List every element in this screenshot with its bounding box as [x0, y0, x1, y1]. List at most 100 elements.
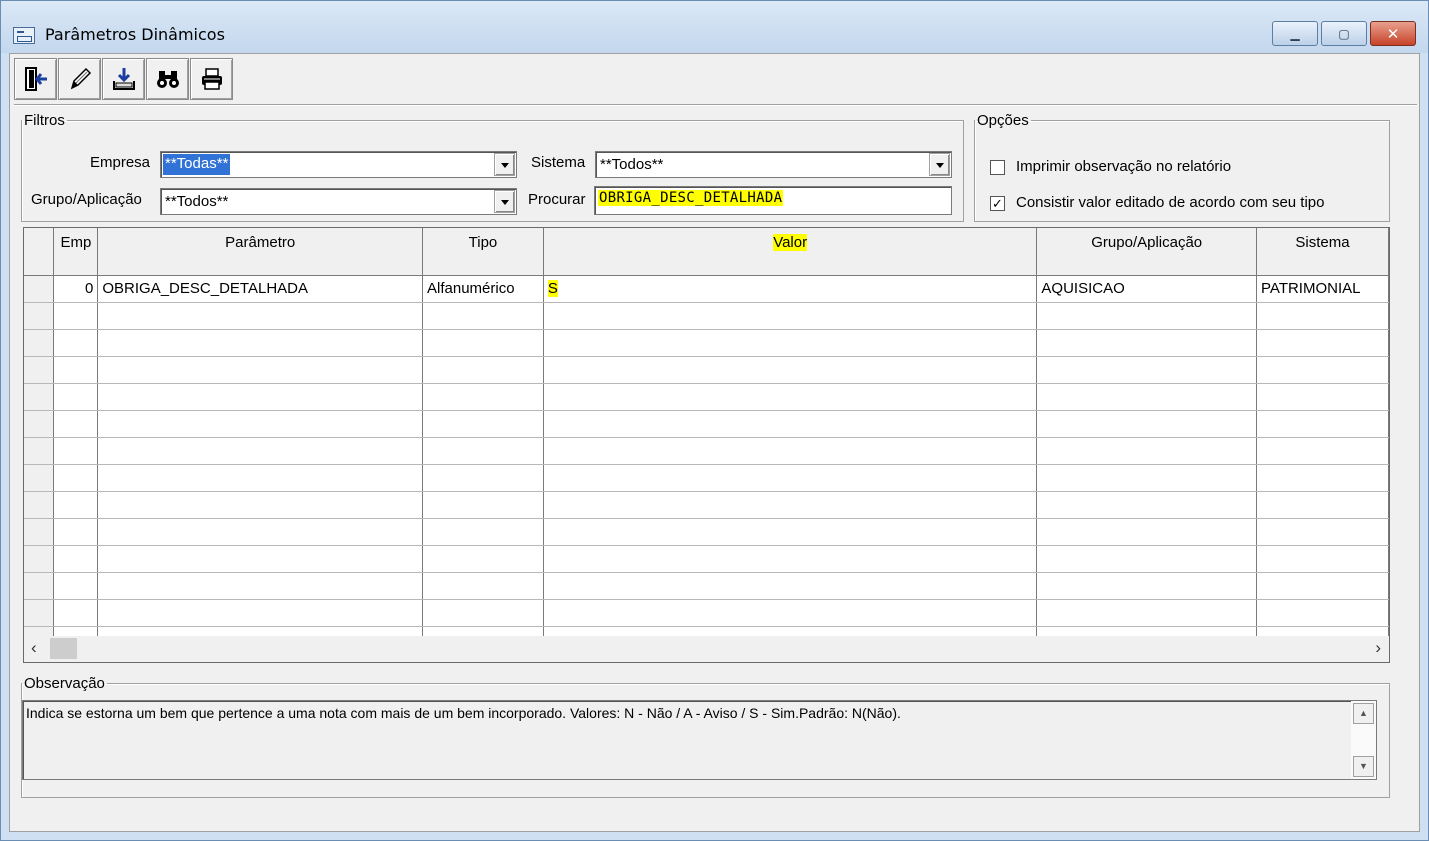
- empty-cell[interactable]: [53, 437, 99, 465]
- empty-cell[interactable]: [53, 302, 99, 330]
- empty-cell[interactable]: [1256, 302, 1389, 330]
- empty-cell[interactable]: [1036, 599, 1258, 627]
- save-button[interactable]: [102, 58, 145, 100]
- row-indicator[interactable]: [24, 329, 55, 357]
- empty-cell[interactable]: [543, 329, 1038, 357]
- empty-cell[interactable]: [53, 329, 99, 357]
- empty-cell[interactable]: [1036, 572, 1258, 600]
- empty-cell[interactable]: [543, 383, 1038, 411]
- row-indicator[interactable]: [24, 383, 55, 411]
- cell-parametro[interactable]: OBRIGA_DESC_DETALHADA: [97, 275, 423, 303]
- empty-cell[interactable]: [543, 599, 1038, 627]
- edit-button[interactable]: [58, 58, 101, 100]
- table-row-empty[interactable]: [24, 599, 1389, 627]
- empty-cell[interactable]: [1036, 437, 1258, 465]
- empty-cell[interactable]: [53, 518, 99, 546]
- column-header-emp[interactable]: Emp: [53, 228, 99, 276]
- cell-valor[interactable]: S: [543, 275, 1038, 303]
- empty-cell[interactable]: [97, 302, 423, 330]
- empty-cell[interactable]: [1036, 464, 1258, 492]
- row-indicator[interactable]: [24, 275, 55, 303]
- scroll-down-icon[interactable]: ▼: [1353, 756, 1374, 777]
- chevron-down-icon[interactable]: [494, 153, 515, 176]
- grupo-select[interactable]: **Todos**: [160, 188, 517, 215]
- table-row-empty[interactable]: [24, 545, 1389, 573]
- horizontal-scrollbar[interactable]: ‹ ›: [23, 636, 1390, 663]
- row-indicator[interactable]: [24, 599, 55, 627]
- empty-cell[interactable]: [1256, 572, 1389, 600]
- empty-cell[interactable]: [543, 356, 1038, 384]
- empty-cell[interactable]: [1036, 410, 1258, 438]
- column-header-valor[interactable]: Valor: [543, 228, 1038, 276]
- empty-cell[interactable]: [543, 572, 1038, 600]
- procurar-input[interactable]: OBRIGA_DESC_DETALHADA: [594, 186, 952, 215]
- find-button[interactable]: [146, 58, 189, 100]
- table-row-empty[interactable]: [24, 356, 1389, 384]
- empty-cell[interactable]: [1256, 329, 1389, 357]
- empty-cell[interactable]: [1036, 491, 1258, 519]
- empty-cell[interactable]: [422, 464, 544, 492]
- empty-cell[interactable]: [53, 464, 99, 492]
- cell-emp[interactable]: 0: [53, 275, 99, 303]
- empty-cell[interactable]: [422, 329, 544, 357]
- imprimir-observacao-checkbox[interactable]: [990, 160, 1005, 175]
- empty-cell[interactable]: [1256, 464, 1389, 492]
- table-row-empty[interactable]: [24, 383, 1389, 411]
- table-row-empty[interactable]: [24, 464, 1389, 492]
- consistir-valor-checkbox[interactable]: ✓: [990, 196, 1005, 211]
- empty-cell[interactable]: [543, 518, 1038, 546]
- empty-cell[interactable]: [422, 356, 544, 384]
- row-indicator[interactable]: [24, 491, 55, 519]
- row-indicator[interactable]: [24, 302, 55, 330]
- chevron-down-icon[interactable]: [494, 190, 515, 213]
- table-row-empty[interactable]: [24, 302, 1389, 330]
- column-header-grupo[interactable]: Grupo/Aplicação: [1036, 228, 1258, 276]
- empty-cell[interactable]: [53, 410, 99, 438]
- empty-cell[interactable]: [1256, 356, 1389, 384]
- cell-grupo[interactable]: AQUISICAO: [1036, 275, 1258, 303]
- empty-cell[interactable]: [1036, 329, 1258, 357]
- empty-cell[interactable]: [1036, 302, 1258, 330]
- empty-cell[interactable]: [422, 491, 544, 519]
- empty-cell[interactable]: [1256, 599, 1389, 627]
- empty-cell[interactable]: [1256, 545, 1389, 573]
- table-row-empty[interactable]: [24, 329, 1389, 357]
- empty-cell[interactable]: [97, 518, 423, 546]
- empty-cell[interactable]: [97, 491, 423, 519]
- empty-cell[interactable]: [53, 491, 99, 519]
- cell-sistema[interactable]: PATRIMONIAL: [1256, 275, 1389, 303]
- scroll-up-icon[interactable]: ▲: [1353, 703, 1374, 724]
- chevron-down-icon[interactable]: [929, 153, 950, 176]
- empty-cell[interactable]: [97, 329, 423, 357]
- print-button[interactable]: [190, 58, 233, 100]
- empty-cell[interactable]: [97, 464, 423, 492]
- row-indicator[interactable]: [24, 464, 55, 492]
- empty-cell[interactable]: [97, 383, 423, 411]
- title-bar[interactable]: Parâmetros Dinâmicos ▁ ▢ ✕: [1, 1, 1428, 53]
- empty-cell[interactable]: [422, 518, 544, 546]
- empty-cell[interactable]: [543, 491, 1038, 519]
- row-indicator[interactable]: [24, 545, 55, 573]
- empty-cell[interactable]: [1256, 491, 1389, 519]
- column-header-parametro[interactable]: Parâmetro: [97, 228, 423, 276]
- parametros-grid[interactable]: Emp Parâmetro Tipo Valor Grupo/Aplicação…: [23, 227, 1390, 663]
- empty-cell[interactable]: [1256, 383, 1389, 411]
- empty-cell[interactable]: [1036, 356, 1258, 384]
- exit-button[interactable]: [14, 58, 57, 100]
- empty-cell[interactable]: [97, 545, 423, 573]
- empty-cell[interactable]: [97, 437, 423, 465]
- observacao-textarea[interactable]: Indica se estorna um bem que pertence a …: [22, 700, 1377, 780]
- empty-cell[interactable]: [97, 599, 423, 627]
- empty-cell[interactable]: [422, 599, 544, 627]
- empty-cell[interactable]: [422, 383, 544, 411]
- empty-cell[interactable]: [1036, 383, 1258, 411]
- empresa-select[interactable]: **Todas**: [160, 151, 517, 178]
- maximize-button[interactable]: ▢: [1321, 21, 1367, 46]
- empty-cell[interactable]: [1036, 545, 1258, 573]
- vertical-scrollbar[interactable]: ▲ ▼: [1351, 701, 1376, 779]
- empty-cell[interactable]: [53, 383, 99, 411]
- row-indicator[interactable]: [24, 518, 55, 546]
- empty-cell[interactable]: [422, 302, 544, 330]
- empty-cell[interactable]: [422, 572, 544, 600]
- scroll-thumb[interactable]: [50, 638, 77, 659]
